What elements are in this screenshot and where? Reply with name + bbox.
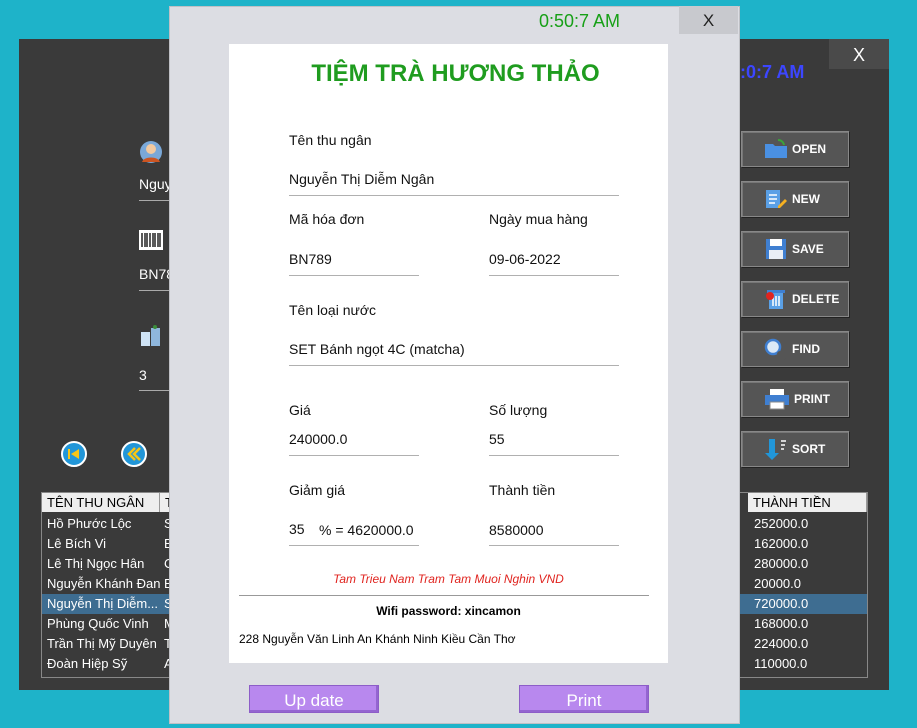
price-underline bbox=[289, 455, 419, 456]
new-button-label: NEW bbox=[792, 192, 820, 206]
amount-in-words: Tam Trieu Nam Tram Tam Muoi Nghin VND bbox=[333, 572, 564, 586]
cell-total: 110000.0 bbox=[754, 656, 808, 671]
wifi-password: Wifi password: xincamon bbox=[376, 604, 521, 618]
sort-button[interactable]: SORT bbox=[741, 431, 849, 467]
update-button[interactable]: Up date bbox=[249, 685, 379, 713]
qty-partial: 3 bbox=[139, 367, 147, 383]
cashier-underline bbox=[139, 200, 169, 201]
print-button-main-label: PRINT bbox=[794, 392, 830, 406]
magnifier-icon bbox=[764, 338, 787, 360]
open-button[interactable]: OPEN bbox=[741, 131, 849, 167]
cell-cashier: Trần Thị Mỹ Duyên bbox=[47, 636, 157, 651]
cell-cashier: Lê Thị Ngọc Hân bbox=[47, 556, 145, 571]
discount-underline bbox=[289, 545, 419, 546]
quantity-underline bbox=[489, 455, 619, 456]
main-close-button[interactable]: X bbox=[829, 39, 889, 69]
cell-cashier: Nguyễn Khánh Đan bbox=[47, 576, 161, 591]
find-button[interactable]: FIND bbox=[741, 331, 849, 367]
new-button[interactable]: NEW bbox=[741, 181, 849, 217]
bill-id-underline bbox=[289, 275, 419, 276]
discount-value: 35 bbox=[289, 521, 305, 537]
drink-label: Tên loại nước bbox=[289, 302, 377, 318]
drink-value: SET Bánh ngọt 4C (matcha) bbox=[289, 341, 465, 357]
find-button-label: FIND bbox=[792, 342, 820, 356]
discount-label: Giảm giá bbox=[289, 482, 346, 498]
save-button[interactable]: SAVE bbox=[741, 231, 849, 267]
print-button-main[interactable]: PRINT bbox=[741, 381, 849, 417]
column-header-cashier[interactable]: TÊN THU NGÂN bbox=[42, 493, 160, 512]
price-value: 240000.0 bbox=[289, 431, 348, 447]
quantity-label: Số lượng bbox=[489, 402, 548, 418]
receipt-divider bbox=[239, 595, 649, 596]
cell-total: 20000.0 bbox=[754, 576, 801, 591]
cashier-underline bbox=[289, 195, 619, 196]
quantity-value: 55 bbox=[489, 431, 505, 447]
dialog-clock: 0:50:7 AM bbox=[539, 11, 621, 31]
sort-button-label: SORT bbox=[792, 442, 826, 456]
delete-button-label: DELETE bbox=[792, 292, 840, 306]
cashier-label: Tên thu ngân bbox=[289, 132, 372, 148]
qty-underline bbox=[139, 390, 169, 391]
cell-total: 168000.0 bbox=[754, 616, 809, 631]
shop-address: 228 Nguyễn Văn Linh An Khánh Ninh Kiều C… bbox=[239, 632, 516, 646]
cell-cashier: Phùng Quốc Vinh bbox=[47, 616, 149, 631]
cell-total: 252000.0 bbox=[754, 516, 809, 531]
total-label: Thành tiền bbox=[489, 482, 556, 498]
open-button-label: OPEN bbox=[792, 142, 827, 156]
floppy-disk-icon bbox=[766, 239, 786, 259]
sort-arrow-icon bbox=[765, 439, 786, 460]
print-button[interactable]: Print bbox=[519, 685, 649, 713]
date-value: 09-06-2022 bbox=[489, 251, 561, 267]
cell-total: 720000.0 bbox=[754, 596, 809, 611]
total-value: 8580000 bbox=[489, 522, 544, 538]
cell-cashier: Nguyễn Thị Diễm... bbox=[47, 596, 159, 611]
dialog-close-button[interactable]: X bbox=[679, 6, 738, 34]
shop-name: TIỆM TRÀ HƯƠNG THẢO bbox=[311, 60, 600, 87]
printer-icon bbox=[765, 389, 789, 410]
cell-total: 162000.0 bbox=[754, 536, 809, 551]
cell-total: 224000.0 bbox=[754, 636, 809, 651]
save-button-label: SAVE bbox=[792, 242, 824, 256]
bill-id-value: BN789 bbox=[289, 251, 332, 267]
price-label: Giá bbox=[289, 402, 311, 418]
date-label: Ngày mua hàng bbox=[489, 211, 588, 227]
previous-record-icon[interactable] bbox=[121, 441, 147, 467]
bill-underline bbox=[139, 290, 169, 291]
cell-total: 280000.0 bbox=[754, 556, 809, 571]
new-document-icon bbox=[766, 190, 787, 208]
main-clock: :0:7 AM bbox=[740, 62, 805, 82]
first-record-icon[interactable] bbox=[61, 441, 87, 467]
bill-id-label: Mã hóa đơn bbox=[289, 211, 365, 227]
cell-cashier: Đoàn Hiệp Sỹ bbox=[47, 656, 128, 671]
folder-icon bbox=[765, 138, 787, 158]
cell-cashier: Lê Bích Vi bbox=[47, 536, 107, 551]
trash-icon bbox=[766, 290, 785, 309]
cashier-value: Nguyễn Thị Diễm Ngân bbox=[289, 171, 435, 187]
drink-underline bbox=[289, 365, 619, 366]
cashier-partial: Nguy bbox=[139, 176, 172, 192]
cell-cashier: Hồ Phước Lộc bbox=[47, 516, 132, 531]
total-underline bbox=[489, 545, 619, 546]
user-icon bbox=[139, 140, 163, 169]
drinks-icon bbox=[139, 324, 163, 353]
barcode-icon bbox=[139, 230, 163, 255]
date-underline bbox=[489, 275, 619, 276]
discount-amount: % = 4620000.0 bbox=[319, 522, 414, 538]
delete-button[interactable]: DELETE bbox=[741, 281, 849, 317]
column-header-total[interactable]: THÀNH TIỀN bbox=[748, 493, 867, 512]
